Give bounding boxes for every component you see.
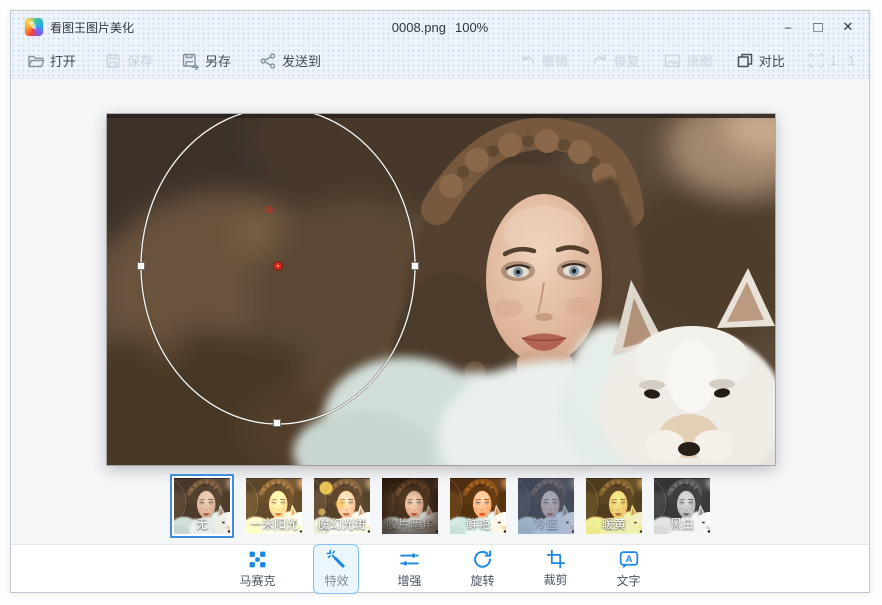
nav-label: 增强 — [397, 572, 421, 589]
crop-icon — [546, 549, 566, 569]
desktop-background: ✎ 看图王图片美化 0008.png 100% –□✕ 打开 保存 另存 发送到 撤销… — [0, 0, 882, 605]
send-to-icon — [259, 52, 277, 70]
main-toolbar: 打开 保存 另存 发送到 撤销 恢复 原图 对比 1 : 1 — [11, 43, 869, 79]
原图-button[interactable]: 原图 — [663, 51, 713, 70]
toolbar-button-label: 发送到 — [282, 51, 321, 70]
toolbar-button-label: 原图 — [687, 51, 713, 70]
toolbar-button-label: 撤销 — [542, 51, 568, 70]
document-name: 0008.png — [392, 20, 446, 35]
filter-label: 冷蓝 — [518, 515, 574, 532]
filter-label: 一米阳光 — [246, 515, 302, 532]
filter-label: 魔幻光斑 — [314, 515, 370, 532]
save-icon — [104, 52, 122, 70]
bottom-nav: 马赛克 特效 增强 旋转 裁剪 A 文字 — [11, 544, 869, 592]
nav-裁剪-button[interactable]: 裁剪 — [533, 544, 579, 593]
svg-text:A: A — [625, 554, 632, 565]
original-image-icon — [663, 52, 682, 70]
rotate-icon — [472, 549, 493, 570]
text-bubble-icon: A — [618, 549, 640, 570]
toolbar-button-label: 另存 — [205, 51, 231, 70]
nav-增强-button[interactable]: 增强 — [386, 544, 432, 594]
nav-旋转-button[interactable]: 旋转 — [460, 544, 506, 594]
nav-文字-button[interactable]: A 文字 — [606, 544, 652, 594]
nav-label: 裁剪 — [544, 571, 568, 588]
magic-wand-icon — [326, 549, 347, 570]
filter-label: 暖黄 — [586, 515, 642, 532]
sliders-icon — [399, 549, 420, 570]
maximize-button[interactable]: □ — [803, 14, 833, 40]
title-bar[interactable]: ✎ 看图王图片美化 0008.png 100% –□✕ — [11, 11, 869, 43]
nav-特效-button[interactable]: 特效 — [313, 544, 359, 594]
app-title: 看图王图片美化 — [50, 19, 134, 36]
filter-thumb-vignette[interactable]: 胶片暗角 — [382, 478, 438, 534]
filter-label: 黑白 — [654, 515, 710, 532]
打开-button[interactable]: 打开 — [27, 51, 76, 70]
save-as-icon — [181, 52, 200, 70]
nav-label: 马赛克 — [239, 572, 275, 589]
撤销-button[interactable]: 撤销 — [519, 51, 568, 70]
selection-center-dot — [277, 265, 279, 267]
filter-label: 无 — [174, 515, 230, 532]
selection-overlay[interactable] — [107, 114, 775, 465]
close-button[interactable]: ✕ — [833, 14, 863, 40]
filter-thumb-bokeh[interactable]: 魔幻光斑 — [314, 478, 370, 534]
nav-马赛克-button[interactable]: 马赛克 — [228, 544, 286, 594]
selection-handle[interactable] — [412, 263, 419, 270]
nav-label: 文字 — [617, 572, 641, 589]
minimize-button[interactable]: – — [773, 14, 803, 40]
filter-thumb-bw[interactable]: 黑白 — [654, 478, 710, 534]
document-info: 0008.png 100% — [392, 20, 488, 35]
filter-label: 鲜艳 — [450, 515, 506, 532]
photo-canvas[interactable] — [107, 114, 775, 465]
toolbar-button-label: 打开 — [50, 51, 76, 70]
editor-canvas: 无一米阳光魔幻光斑胶片暗角鲜艳冷蓝暖黄黑白 — [11, 79, 869, 544]
selection-handle[interactable] — [138, 263, 145, 270]
app-logo-icon: ✎ — [25, 18, 43, 36]
redo-icon — [591, 52, 609, 70]
另存-button[interactable]: 另存 — [181, 51, 231, 70]
filter-label: 胶片暗角 — [382, 515, 438, 532]
filter-strip: 无一米阳光魔幻光斑胶片暗角鲜艳冷蓝暖黄黑白 — [11, 471, 869, 541]
filter-thumb-sunshine[interactable]: 一米阳光 — [246, 478, 302, 534]
one-to-one-icon — [808, 52, 825, 69]
恢复-button[interactable]: 恢复 — [591, 51, 640, 70]
保存-button[interactable]: 保存 — [104, 51, 153, 70]
zoom-level: 100% — [455, 20, 488, 35]
1 : 1-button[interactable]: 1 : 1 — [808, 52, 855, 69]
toolbar-button-label: 1 : 1 — [830, 53, 855, 68]
app-window: ✎ 看图王图片美化 0008.png 100% –□✕ 打开 保存 另存 发送到 撤销… — [10, 10, 870, 593]
selection-handle[interactable] — [274, 420, 281, 427]
filter-thumb-cool[interactable]: 冷蓝 — [518, 478, 574, 534]
undo-icon — [519, 52, 537, 70]
对比-button[interactable]: 对比 — [736, 51, 785, 70]
发送到-button[interactable]: 发送到 — [259, 51, 321, 70]
filter-thumb-none[interactable]: 无 — [174, 478, 230, 534]
toolbar-button-label: 恢复 — [614, 51, 640, 70]
nav-label: 特效 — [324, 572, 348, 589]
open-folder-icon — [27, 52, 45, 70]
mosaic-icon — [247, 549, 268, 570]
toolbar-button-label: 保存 — [127, 51, 153, 70]
filter-thumb-vivid[interactable]: 鲜艳 — [450, 478, 506, 534]
filter-thumb-warm[interactable]: 暖黄 — [586, 478, 642, 534]
nav-label: 旋转 — [471, 572, 495, 589]
compare-icon — [736, 52, 754, 70]
toolbar-button-label: 对比 — [759, 51, 785, 70]
